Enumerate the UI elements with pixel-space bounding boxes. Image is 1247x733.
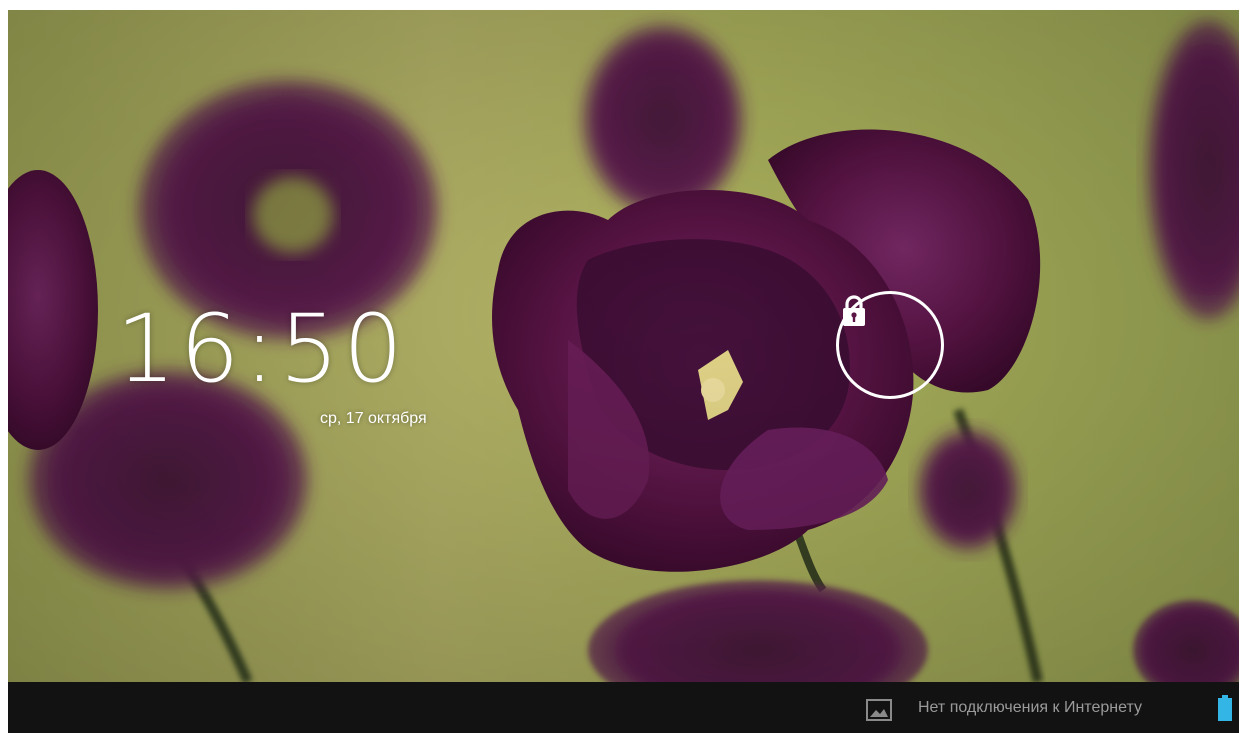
battery-icon	[1218, 695, 1232, 721]
lockscreen-clock: 16:50	[116, 295, 407, 404]
image-icon[interactable]	[866, 699, 892, 721]
status-bar: Нет подключения к Интернету	[8, 682, 1239, 733]
connection-status-text: Нет подключения к Интернету	[918, 699, 1142, 716]
lock-screen: 16:50 ср, 17 октября Нет подключения к И…	[8, 10, 1239, 733]
lockscreen-date: ср, 17 октября	[320, 410, 427, 427]
wallpaper: 16:50 ср, 17 октября	[8, 10, 1239, 682]
unlock-button[interactable]	[836, 291, 944, 399]
